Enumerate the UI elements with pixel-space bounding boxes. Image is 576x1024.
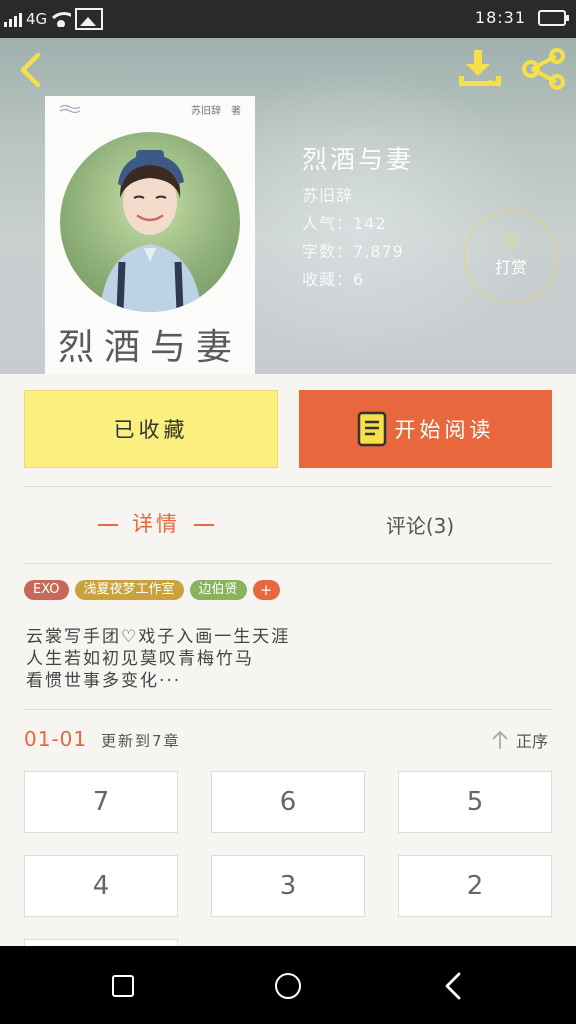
- book-title: 烈酒与妻: [302, 145, 415, 174]
- cover-logo: [59, 104, 81, 114]
- tab-dash-right: [194, 524, 214, 526]
- chapter-button[interactable]: 7: [24, 771, 178, 833]
- description-line: 看惯世事多变化···: [26, 671, 182, 691]
- tab-comments-label: 评论(3): [385, 514, 455, 538]
- description-line: 云裳写手团♡戏子入画一生天涯: [26, 627, 291, 647]
- system-nav-bar: [0, 946, 576, 1024]
- divider: [24, 563, 552, 564]
- clock: 18:31: [474, 8, 526, 27]
- battery-icon: [538, 9, 569, 26]
- cover-title: 烈酒与妻: [57, 327, 242, 368]
- favorited-button[interactable]: 已收藏: [24, 390, 278, 468]
- book-cover[interactable]: 苏旧辞 著 烈酒与妻: [45, 96, 255, 374]
- add-tag-button[interactable]: +: [252, 580, 280, 600]
- share-icon[interactable]: [520, 48, 568, 90]
- cover-photo: [60, 132, 240, 312]
- divider: [24, 486, 552, 487]
- start-reading-label: 开始阅读: [394, 418, 495, 442]
- chapter-button[interactable]: 6: [211, 771, 365, 833]
- chapter-button[interactable]: 3: [211, 855, 365, 917]
- tag-exo[interactable]: EXO: [24, 580, 69, 600]
- book-word-count: 字数：7,879: [302, 242, 404, 261]
- book-favorites: 收藏：6: [302, 270, 365, 289]
- cover-author: 苏旧辞 著: [191, 106, 241, 117]
- start-reading-button[interactable]: 开始阅读: [299, 390, 552, 468]
- chapter-button[interactable]: 4: [24, 855, 178, 917]
- status-left: 4G: [4, 8, 104, 30]
- tag-baekhyun[interactable]: 边伯贤: [189, 580, 247, 600]
- tip-label: 打赏: [494, 258, 527, 277]
- recent-apps-icon[interactable]: [112, 975, 134, 997]
- image-notification-icon: [75, 8, 104, 30]
- book-description[interactable]: 云裳写手团♡戏子入画一生天涯 人生若如初见莫叹青梅竹马 看惯世事多变化···: [26, 626, 290, 692]
- description-line: 人生若如初见莫叹青梅竹马: [26, 649, 254, 669]
- tip-button[interactable]: 0 打赏: [464, 210, 558, 304]
- update-date: 01-01: [24, 727, 88, 751]
- home-icon[interactable]: [275, 973, 301, 999]
- sort-arrow-icon: [492, 730, 508, 749]
- book-author[interactable]: 苏旧辞: [302, 182, 414, 210]
- book-icon: [357, 411, 386, 447]
- sort-toggle[interactable]: 正序: [490, 728, 548, 752]
- book-header: 苏旧辞 著 烈酒与妻 烈酒与妻 苏旧辞 人气：142 字数：7,879 收藏：6…: [0, 38, 576, 374]
- update-status: 更新到7章: [101, 732, 181, 750]
- tip-count: 0: [505, 231, 517, 252]
- back-arrow-icon[interactable]: [14, 52, 50, 88]
- signal-icon: [4, 11, 22, 27]
- book-popularity: 人气：142: [302, 214, 387, 233]
- download-icon[interactable]: [456, 48, 504, 90]
- wifi-icon: [51, 11, 72, 27]
- tab-comments[interactable]: 评论(3): [288, 510, 552, 539]
- chapter-button[interactable]: 2: [398, 855, 552, 917]
- favorited-label: 已收藏: [113, 418, 189, 442]
- tab-detail[interactable]: 详情: [24, 508, 288, 538]
- status-right: 18:31: [474, 8, 569, 27]
- sort-label: 正序: [516, 732, 549, 751]
- divider: [24, 709, 552, 710]
- nav-back-icon[interactable]: [442, 972, 464, 1000]
- chapter-button[interactable]: 5: [398, 771, 552, 833]
- tag-list: EXO 浅夏夜梦工作室 边伯贤 +: [24, 580, 280, 600]
- network-type: 4G: [26, 10, 48, 28]
- tag-studio[interactable]: 浅夏夜梦工作室: [74, 580, 184, 600]
- tab-dash-left: [98, 524, 118, 526]
- status-bar: 4G 18:31: [0, 0, 576, 38]
- book-info: 烈酒与妻 苏旧辞 人气：142 字数：7,879 收藏：6: [302, 140, 414, 294]
- tab-detail-label: 详情: [132, 512, 180, 536]
